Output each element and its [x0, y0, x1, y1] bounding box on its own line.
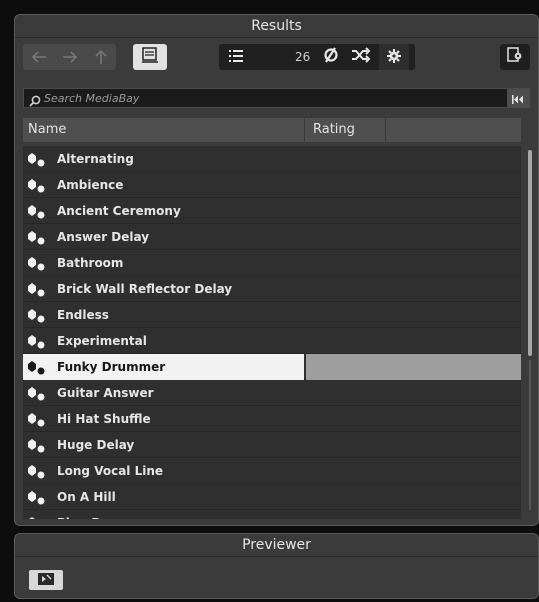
list-item-label: Brick Wall Reflector Delay — [57, 282, 233, 296]
arrow-up-icon[interactable] — [90, 46, 112, 68]
list-item-label: Experimental — [57, 334, 147, 348]
list-view-button[interactable] — [219, 44, 253, 70]
list-item-label: Funky Drummer — [57, 360, 166, 374]
previewer-panel: Previewer — [14, 533, 539, 599]
column-rating[interactable]: Rating — [306, 118, 386, 142]
list-item[interactable]: Ambience — [23, 172, 521, 198]
rewind-icon — [512, 89, 524, 108]
export-icon — [506, 46, 524, 68]
list-item-label: Ambience — [57, 178, 124, 192]
shuffle-icon — [351, 47, 371, 67]
track-preset-icon — [26, 359, 48, 375]
track-preset-icon — [26, 385, 48, 401]
results-scrollbar[interactable] — [526, 146, 534, 519]
list-item[interactable]: Huge Delay — [23, 432, 521, 458]
column-empty — [387, 118, 521, 142]
settings-button[interactable] — [379, 44, 409, 70]
browse-folder-icon — [141, 46, 159, 68]
shuffle-button[interactable] — [347, 44, 375, 70]
results-toolbar: 26 — [23, 43, 530, 71]
track-preset-icon — [26, 333, 48, 349]
search-bar — [23, 88, 530, 108]
result-count: 26 — [295, 50, 311, 64]
column-name[interactable]: Name — [23, 118, 305, 142]
list-item[interactable]: Guitar Answer — [23, 380, 521, 406]
rating-cell[interactable] — [306, 354, 521, 380]
track-preset-icon — [26, 307, 48, 323]
gear-icon — [387, 48, 401, 67]
arrow-left-icon[interactable] — [28, 46, 50, 68]
auto-play-icon — [37, 571, 55, 590]
track-preset-icon — [26, 437, 48, 453]
list-item[interactable]: Alternating — [23, 146, 521, 172]
list-item-label: Ping Pong — [57, 510, 125, 519]
refresh-icon — [322, 46, 340, 68]
track-preset-icon — [26, 177, 48, 193]
list-item-label: Guitar Answer — [57, 386, 154, 400]
arrow-right-icon[interactable] — [59, 46, 81, 68]
results-title: Results — [15, 15, 538, 38]
list-item[interactable]: Endless — [23, 302, 521, 328]
scrollbar-track — [529, 360, 531, 510]
list-item-label: Long Vocal Line — [57, 464, 164, 478]
list-item[interactable]: Ping Pong — [23, 510, 521, 519]
track-preset-icon — [26, 411, 48, 427]
list-item[interactable]: Hi Hat Shuffle — [23, 406, 521, 432]
reset-search-button[interactable] — [507, 89, 529, 107]
table-header: Name Rating — [23, 118, 521, 142]
list-item-label: Ancient Ceremony — [57, 204, 181, 218]
list-item[interactable]: Funky Drummer — [23, 354, 521, 380]
auto-play-button[interactable] — [29, 570, 63, 590]
list-view-icon — [228, 48, 244, 67]
export-button[interactable] — [500, 44, 530, 70]
browse-folder-button[interactable] — [133, 44, 167, 70]
list-item[interactable]: Long Vocal Line — [23, 458, 521, 484]
list-item-label: Endless — [57, 308, 109, 322]
track-preset-icon — [26, 463, 48, 479]
list-item-label: Hi Hat Shuffle — [57, 412, 151, 426]
list-item-label: Bathroom — [57, 256, 124, 270]
track-preset-icon — [26, 151, 48, 167]
results-panel: Results 26 Search MediaBay Name Rating A… — [14, 14, 539, 526]
list-item[interactable]: Brick Wall Reflector Delay — [23, 276, 521, 302]
navigation-group — [23, 44, 116, 70]
results-list: Alternating Ambience Ancient Ceremony Answe… — [23, 146, 521, 519]
track-preset-icon — [26, 489, 48, 505]
list-item[interactable]: Experimental — [23, 328, 521, 354]
list-item-label: Alternating — [57, 152, 134, 166]
track-preset-icon — [26, 515, 48, 519]
search-icon — [29, 92, 41, 107]
track-preset-icon — [26, 255, 48, 271]
view-options-group: 26 — [219, 44, 415, 70]
list-item[interactable]: Ancient Ceremony — [23, 198, 521, 224]
search-input[interactable] — [44, 89, 484, 107]
list-item[interactable]: Bathroom — [23, 250, 521, 276]
track-preset-icon — [26, 281, 48, 297]
refresh-button[interactable] — [318, 44, 344, 70]
list-item-label: Huge Delay — [57, 438, 135, 452]
scrollbar-thumb[interactable] — [528, 150, 532, 356]
list-item-label: On A Hill — [57, 490, 116, 504]
list-item[interactable]: On A Hill — [23, 484, 521, 510]
list-item[interactable]: Answer Delay — [23, 224, 521, 250]
previewer-title: Previewer — [15, 534, 538, 557]
list-item-label: Answer Delay — [57, 230, 150, 244]
track-preset-icon — [26, 203, 48, 219]
track-preset-icon — [26, 229, 48, 245]
